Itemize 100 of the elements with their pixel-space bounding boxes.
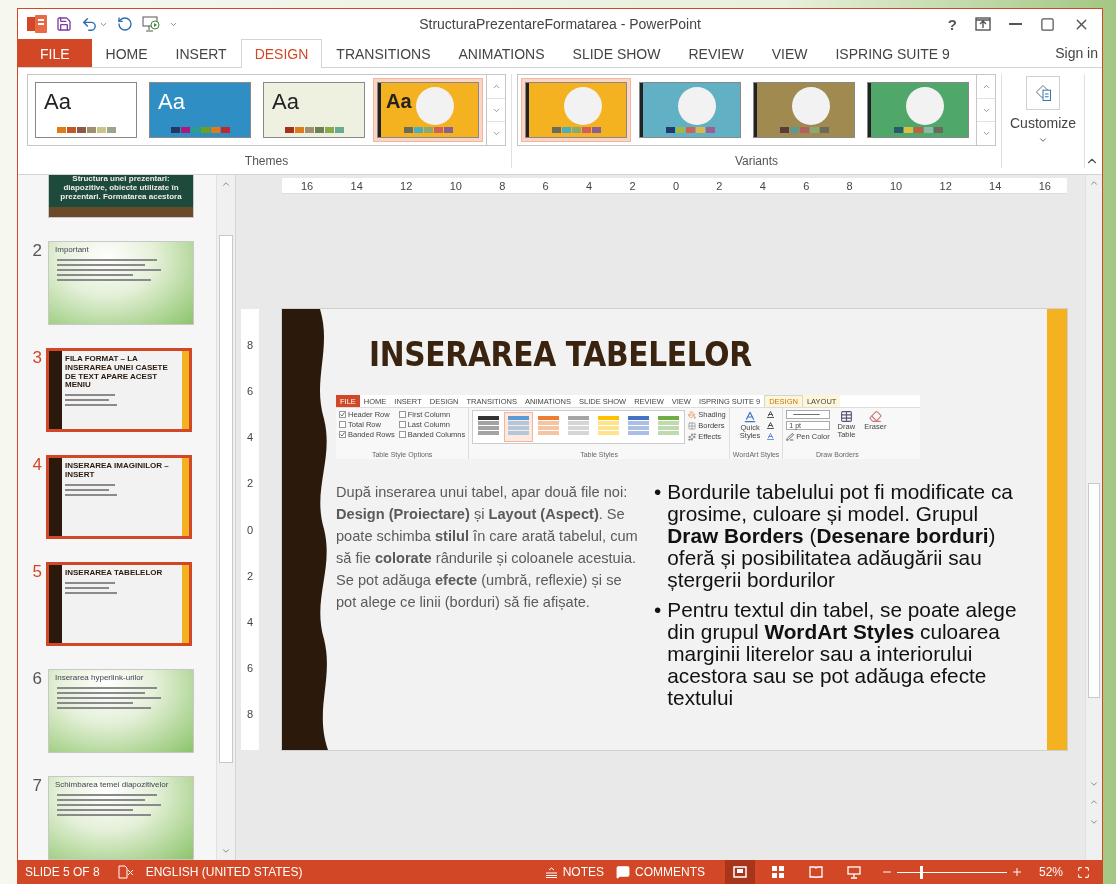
chevron-up-icon [1089, 797, 1099, 807]
view-button[interactable] [724, 860, 755, 884]
chevron-up-icon [221, 179, 231, 189]
projector-icon [846, 865, 861, 879]
ruler-number: 4 [586, 179, 593, 192]
paint-bucket-icon [688, 410, 697, 419]
ruler-number: 2 [246, 569, 254, 582]
thumbnail-title: Inserarea hyperlink-urilor [55, 674, 144, 683]
slide-title: INSERAREA TABELELOR [369, 335, 752, 375]
slide-number: 6 [31, 669, 42, 689]
help-button[interactable]: ? [945, 15, 959, 33]
slide-thumbnail[interactable]: Structura unei prezentari: diapozitive, obiecte utilizate în prezentari. Formatarea acestora [48, 175, 194, 218]
slide-number: 3 [31, 348, 42, 368]
zoom-level: 52% [1038, 865, 1063, 879]
color-swatches [56, 127, 116, 133]
thumbnail-title: Structura unei prezentari: diapozitive, obiecte utilizate în prezentari. Formatarea acestora [59, 175, 183, 202]
slide-thumbnail[interactable]: INSERAREA TABELELOR [46, 562, 192, 646]
scalloped-badge-icon [564, 87, 602, 125]
bullet-marker: • [654, 599, 662, 623]
redo-button[interactable] [117, 16, 133, 32]
theme-sample-text: Aa [158, 91, 185, 113]
color-swatches [170, 127, 230, 133]
presentation-button[interactable] [142, 16, 160, 32]
save-icon [56, 16, 72, 32]
ruler-number: 16 [1038, 179, 1051, 192]
ribbon-tab[interactable]: DESIGN [240, 39, 323, 68]
chevron-down-icon [221, 846, 231, 856]
minimize-icon [1009, 23, 1022, 25]
repeat-icon [117, 16, 133, 32]
group-label: Themes [244, 154, 289, 168]
color-swatches [779, 127, 829, 133]
minimize-button[interactable] [1007, 23, 1024, 25]
ruler-number: 12 [939, 179, 952, 192]
ruler-number: 14 [989, 179, 1002, 192]
ruler-number: 4 [246, 615, 254, 628]
slide-thumbnail[interactable]: Important [48, 241, 194, 325]
edge-stripe [526, 83, 529, 137]
scrollbar-thumb[interactable] [219, 235, 233, 763]
eraser-icon [868, 410, 882, 423]
comment-icon [615, 865, 630, 879]
ruler-number: 2 [716, 179, 723, 192]
color-swatches [551, 127, 601, 133]
group-label: Variants [734, 154, 779, 168]
language-label: ENGLISH (UNITED STATES) [145, 865, 303, 879]
slide-thumbnail[interactable]: INSERAREA IMAGINILOR – INSERT [46, 455, 192, 539]
window-title: StructuraPrezentareFormatarea - PowerPoint [419, 16, 701, 32]
ruler-number: 0 [246, 523, 254, 536]
theme-thumbnail[interactable]: Aa [373, 78, 483, 142]
edge-stripe [868, 83, 871, 137]
undo-button[interactable] [81, 15, 108, 33]
ribbon-display-button[interactable] [973, 17, 993, 31]
text-lines-drawing [65, 394, 117, 407]
ruler-number: 16 [301, 179, 314, 192]
ruler-number: 4 [246, 431, 254, 444]
color-swatches [665, 127, 715, 133]
ruler-number: 6 [803, 179, 810, 192]
color-swatches [284, 127, 344, 133]
caret-icon [1038, 135, 1049, 145]
file-tab[interactable]: FILE [18, 39, 92, 67]
ruler-number: 8 [846, 179, 853, 192]
ribbon-display-icon [975, 17, 991, 31]
text-outline-icon [766, 421, 776, 430]
ruler-number: 8 [246, 708, 254, 720]
zoom-slider-thumb[interactable] [920, 865, 924, 879]
scalloped-badge-icon [906, 87, 944, 125]
spelling-check-icon [117, 865, 134, 879]
ruler-number: 4 [759, 179, 766, 192]
chevron-down-icon [1089, 817, 1099, 827]
fit-to-window-icon[interactable] [1077, 865, 1090, 879]
scalloped-badge-icon [792, 87, 830, 125]
app-logo-icon [27, 15, 47, 33]
monitor-play-icon [142, 16, 160, 32]
scrollbar-thumb[interactable] [1088, 483, 1100, 698]
ruler-number: 6 [246, 661, 254, 674]
ruler-number: 12 [400, 179, 413, 192]
text-effects-icon [766, 432, 776, 441]
table-icon [839, 410, 853, 423]
sign-in-link[interactable]: Sign in [1055, 45, 1102, 61]
paint-format-icon [1026, 76, 1061, 110]
pen-icon [786, 432, 795, 441]
notes-button[interactable]: NOTES [538, 860, 610, 884]
slide-thumbnail[interactable]: Inserarea hyperlink-urilor [48, 669, 194, 753]
body-paragraph: După inserarea unui tabel, apar două file noi: Design (Proiectare) și Layout (Aspect). Se poate schimba stilul în care arată tabelul, cum să fie colorate rândurile și coloanele acestuia. Se pot adăuga efecte (umbră, reflexie) și se pot alege ce linii (borduri) să fie afișate. [336, 483, 639, 612]
maximize-button[interactable] [1038, 16, 1057, 32]
slide-thumbnail[interactable]: FILA FORMAT – LA INSERAREA UNEI CASETE DE TEXT APARE ACEST MENIU [46, 348, 192, 432]
chevron-up-icon [1089, 178, 1099, 188]
theme-sample-text: Aa [386, 91, 412, 111]
slide-thumbnail[interactable]: Schimbarea temei diapozitivelor [48, 776, 194, 860]
thumbnail-title: Schimbarea temei diapozitivelor [55, 781, 169, 790]
scalloped-badge-icon [678, 87, 716, 125]
ruler-number: 8 [246, 339, 254, 351]
ruler-number: 6 [542, 179, 549, 192]
comments-button[interactable]: COMMENTS [609, 860, 711, 884]
theme-sample-text: Aa [44, 91, 71, 113]
edge-stripe [378, 83, 381, 137]
save-button[interactable] [56, 16, 72, 32]
bullet-text: Pentru textul din tabel, se poate alege din grupul WordArt Styles culoarea marginii literelor sau a interiorului acestora sau se pot adăuga efecte textului [667, 599, 1018, 709]
thumbnail-title: INSERAREA IMAGINILOR – INSERT [65, 462, 170, 480]
zoom-in-icon[interactable] [1010, 866, 1023, 878]
text-style-icon [743, 410, 758, 424]
